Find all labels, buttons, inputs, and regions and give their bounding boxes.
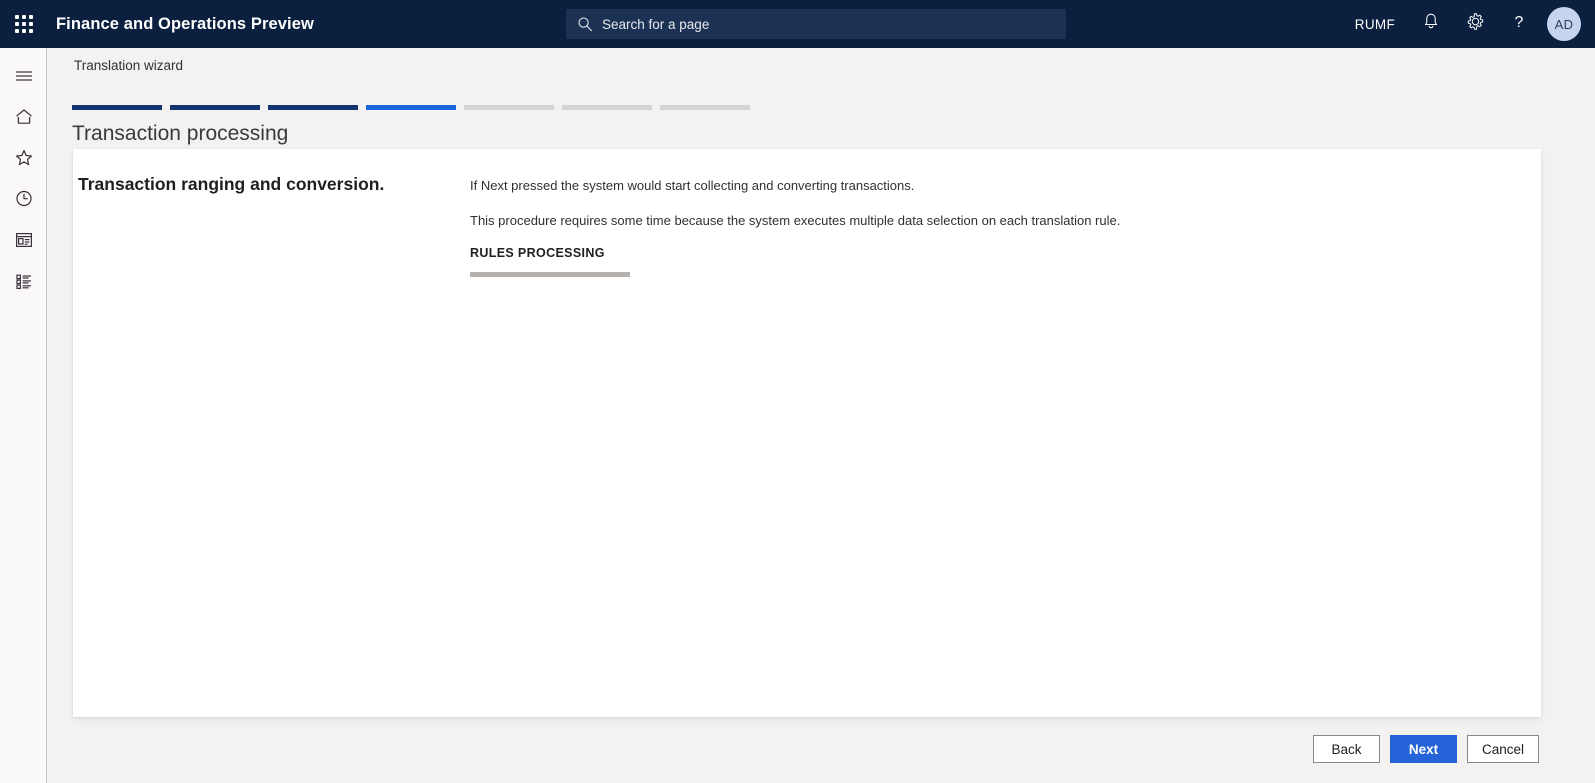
top-navigation-bar: Finance and Operations Preview Search fo… xyxy=(0,0,1595,48)
search-box[interactable]: Search for a page xyxy=(566,9,1066,39)
help-button[interactable]: ? xyxy=(1497,0,1541,48)
progress-label: RULES PROCESSING xyxy=(470,246,605,261)
card-body: If Next pressed the system would start c… xyxy=(470,177,1370,278)
page-title: Transaction processing xyxy=(72,122,289,145)
sidebar-item-modules[interactable] xyxy=(0,260,47,301)
app-title: Finance and Operations Preview xyxy=(56,14,314,33)
question-icon: ? xyxy=(1510,12,1528,36)
home-icon xyxy=(14,107,34,126)
search-input[interactable]: Search for a page xyxy=(602,17,709,32)
next-button[interactable]: Next xyxy=(1389,735,1457,763)
card-description-line-1: If Next pressed the system would start c… xyxy=(470,178,915,193)
bell-icon xyxy=(1422,12,1440,36)
wizard-step-7[interactable] xyxy=(660,105,750,110)
search-icon xyxy=(576,15,594,33)
card-heading: Transaction ranging and conversion. xyxy=(78,174,385,194)
wizard-step-5[interactable] xyxy=(464,105,554,110)
wizard-card: Transaction ranging and conversion. If N… xyxy=(73,149,1541,717)
sidebar-item-recent[interactable] xyxy=(0,178,47,219)
hamburger-icon xyxy=(14,68,34,84)
wizard-step-1[interactable] xyxy=(72,105,162,110)
sidebar-item-menu-toggle[interactable] xyxy=(0,55,47,96)
wizard-footer-buttons: Back Next Cancel xyxy=(1312,735,1539,763)
breadcrumb[interactable]: Translation wizard xyxy=(74,58,183,73)
gear-icon xyxy=(1466,12,1485,36)
app-launcher-button[interactable] xyxy=(0,0,48,48)
list-icon xyxy=(14,272,34,290)
back-button[interactable]: Back xyxy=(1312,735,1380,763)
company-selector[interactable]: RUMF xyxy=(1341,17,1409,32)
settings-button[interactable] xyxy=(1453,0,1497,48)
star-icon xyxy=(14,148,34,167)
card-description-line-2: This procedure requires some time becaus… xyxy=(470,212,1121,228)
svg-text:?: ? xyxy=(1515,14,1524,31)
left-navigation-rail xyxy=(0,48,47,783)
wizard-step-3[interactable] xyxy=(268,105,358,110)
notifications-button[interactable] xyxy=(1409,0,1453,48)
workspace-icon xyxy=(14,231,34,249)
top-right-controls: RUMF ? AD xyxy=(1341,0,1585,48)
avatar[interactable]: AD xyxy=(1547,7,1581,41)
wizard-step-indicator xyxy=(72,105,750,110)
clock-icon xyxy=(14,189,34,208)
main-content-area: Translation wizard Transaction processin… xyxy=(48,48,1595,783)
app-launcher-icon xyxy=(15,15,33,33)
sidebar-item-workspaces[interactable] xyxy=(0,219,47,260)
progress-bar xyxy=(470,272,630,278)
wizard-step-4[interactable] xyxy=(366,105,456,110)
sidebar-item-home[interactable] xyxy=(0,96,47,137)
sidebar-item-favorites[interactable] xyxy=(0,137,47,178)
wizard-step-2[interactable] xyxy=(170,105,260,110)
cancel-button[interactable]: Cancel xyxy=(1466,735,1539,763)
wizard-step-6[interactable] xyxy=(562,105,652,110)
